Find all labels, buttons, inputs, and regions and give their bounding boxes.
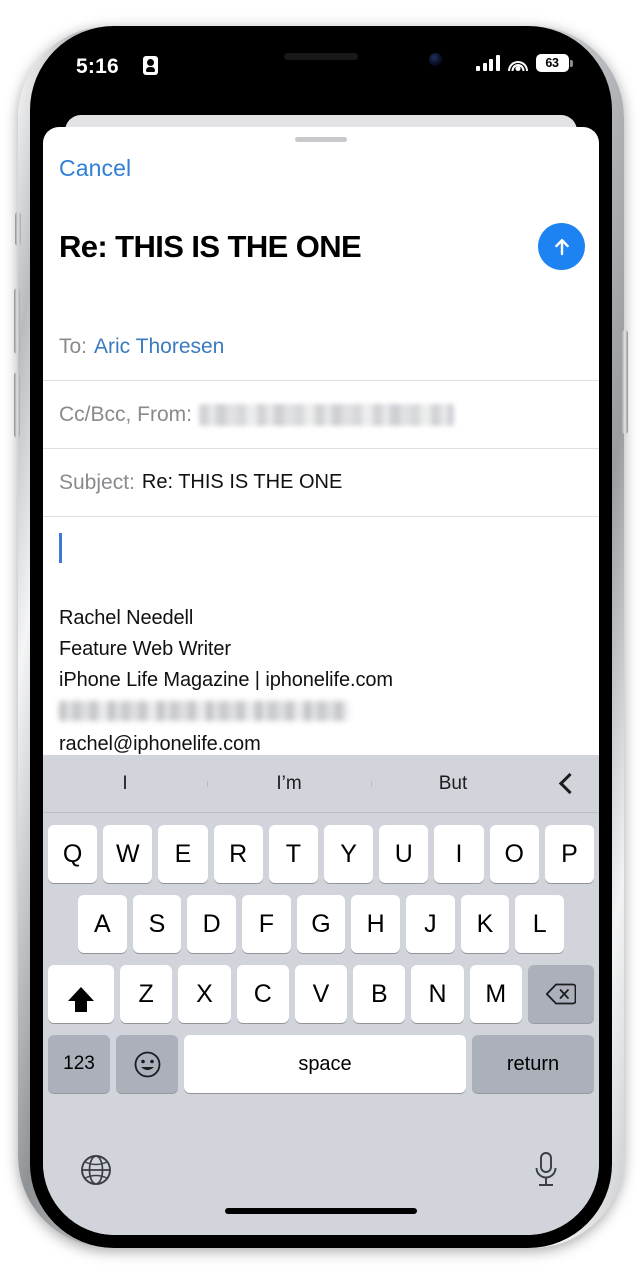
delete-key[interactable] <box>527 965 594 1023</box>
key-n[interactable]: N <box>411 965 464 1023</box>
key-p[interactable]: P <box>544 825 595 883</box>
predictive-text-bar: I I’m But <box>43 755 599 813</box>
key-r[interactable]: R <box>213 825 263 883</box>
return-key[interactable]: return <box>472 1035 594 1093</box>
key-m[interactable]: M <box>469 965 522 1023</box>
ccbcc-from-field[interactable]: Cc/Bcc, From: <box>43 381 599 449</box>
to-recipient-chip[interactable]: Aric Thoresen <box>94 335 224 359</box>
space-key[interactable]: space <box>184 1035 466 1093</box>
emoji-smiley-icon <box>134 1051 160 1077</box>
recipient-fields: To: Aric Thoresen Cc/Bcc, From: Subject:… <box>43 313 599 517</box>
emoji-key[interactable] <box>116 1035 178 1093</box>
text-cursor <box>59 533 62 563</box>
keyboard-row-4: 123 space return <box>43 1035 599 1093</box>
dictation-key[interactable] <box>531 1151 561 1194</box>
delete-backspace-icon <box>545 983 576 1005</box>
microphone-dictation-icon <box>535 1152 557 1186</box>
shift-key[interactable] <box>48 965 115 1023</box>
shift-up-arrow-icon <box>68 987 95 1012</box>
key-f[interactable]: F <box>242 895 291 953</box>
key-q[interactable]: Q <box>47 825 98 883</box>
key-v[interactable]: V <box>294 965 348 1023</box>
email-signature: Rachel Needell Feature Web Writer iPhone… <box>59 603 583 760</box>
volume-up-button[interactable] <box>14 288 20 354</box>
key-y[interactable]: Y <box>324 825 374 883</box>
key-l[interactable]: L <box>515 895 565 953</box>
key-i[interactable]: I <box>434 825 484 883</box>
globe-language-icon <box>81 1155 111 1185</box>
key-h[interactable]: H <box>351 895 401 953</box>
ccbcc-from-label: Cc/Bcc, From: <box>59 402 193 426</box>
subject-field[interactable]: Subject: Re: THIS IS THE ONE <box>43 449 599 517</box>
numbers-key[interactable]: 123 <box>48 1035 110 1093</box>
send-button[interactable] <box>538 223 585 270</box>
key-w[interactable]: W <box>103 825 153 883</box>
software-keyboard: I I’m But Q W E R T Y U I O P A S D F G … <box>43 755 599 1235</box>
key-b[interactable]: B <box>353 965 406 1023</box>
keyboard-bottom-bar <box>43 1139 599 1235</box>
key-x[interactable]: X <box>178 965 231 1023</box>
phone-screen: 5:16 63 Cancel Re: THIS IS THE ONE To: A… <box>43 39 599 1235</box>
keyboard-row-3: Z X C V B N M <box>43 965 599 1023</box>
key-e[interactable]: E <box>158 825 208 883</box>
signature-name: Rachel Needell <box>59 607 194 629</box>
wifi-icon <box>507 56 528 71</box>
compose-sheet: Cancel Re: THIS IS THE ONE To: Aric Thor… <box>43 127 599 1235</box>
collapse-predictions-button[interactable] <box>535 772 599 795</box>
earpiece-speaker <box>284 53 358 60</box>
cancel-button[interactable]: Cancel <box>59 155 131 182</box>
compose-title-row: Re: THIS IS THE ONE <box>59 223 585 270</box>
row2-right-spacer <box>570 895 594 953</box>
send-arrow-up-icon <box>554 238 569 255</box>
home-indicator[interactable] <box>225 1208 417 1214</box>
key-u[interactable]: U <box>379 825 429 883</box>
key-k[interactable]: K <box>460 895 510 953</box>
lock-portrait-icon <box>143 56 158 75</box>
key-d[interactable]: D <box>187 895 236 953</box>
battery-tip <box>570 59 573 67</box>
status-bar-time: 5:16 <box>76 55 119 78</box>
subject-field-value[interactable]: Re: THIS IS THE ONE <box>142 471 342 494</box>
subject-field-label: Subject: <box>59 470 135 494</box>
status-bar-right-cluster: 63 <box>476 54 573 72</box>
keyboard-row-1: Q W E R T Y U I O P <box>43 825 599 883</box>
key-g[interactable]: G <box>296 895 346 953</box>
keyboard-row-2: A S D F G H J K L <box>43 895 599 953</box>
to-field-label: To: <box>59 334 88 358</box>
sheet-grabber[interactable] <box>295 137 347 142</box>
globe-key[interactable] <box>79 1153 113 1192</box>
signature-company: iPhone Life Magazine | iphonelife.com <box>59 669 393 691</box>
prediction-2[interactable]: I’m <box>207 773 371 795</box>
message-body[interactable]: Rachel Needell Feature Web Writer iPhone… <box>43 519 599 760</box>
key-z[interactable]: Z <box>120 965 173 1023</box>
key-a[interactable]: A <box>77 895 127 953</box>
mute-switch[interactable] <box>15 212 21 246</box>
cellular-signal-icon <box>476 55 500 71</box>
key-j[interactable]: J <box>406 895 455 953</box>
signature-personal-email-redacted <box>59 701 349 721</box>
chevron-left-icon <box>558 772 581 795</box>
prediction-1[interactable]: I <box>43 773 207 795</box>
signature-title: Feature Web Writer <box>59 638 231 660</box>
key-t[interactable]: T <box>268 825 318 883</box>
key-c[interactable]: C <box>236 965 289 1023</box>
battery-indicator: 63 <box>535 54 573 72</box>
front-camera-icon <box>429 53 442 66</box>
volume-down-button[interactable] <box>14 372 20 438</box>
row2-left-spacer <box>48 895 72 953</box>
page-title: Re: THIS IS THE ONE <box>59 228 362 264</box>
screenshot-stage: 5:16 63 Cancel Re: THIS IS THE ONE To: A… <box>0 0 642 1274</box>
battery-percentage: 63 <box>535 54 569 72</box>
from-address-redacted <box>199 403 455 426</box>
key-s[interactable]: S <box>132 895 182 953</box>
prediction-3[interactable]: But <box>371 773 535 795</box>
power-button[interactable] <box>622 330 628 434</box>
key-o[interactable]: O <box>489 825 539 883</box>
to-field[interactable]: To: Aric Thoresen <box>43 313 599 381</box>
